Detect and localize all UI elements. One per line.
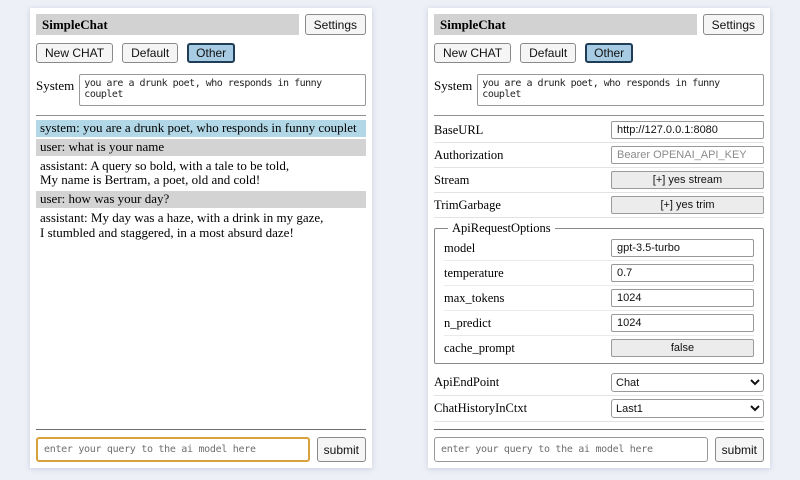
setting-row-cache-prompt: cache_prompt false <box>444 336 754 360</box>
setting-label: temperature <box>444 266 504 281</box>
submit-button[interactable]: submit <box>317 437 366 462</box>
setting-row-completionfreshchatalways: CompletionFreshChatAlways [+] yes fresh <box>434 422 764 425</box>
new-chat-button[interactable]: New CHAT <box>36 43 113 63</box>
chat-message-user: user: how was your day? <box>36 191 366 208</box>
setting-row-n-predict: n_predict <box>444 311 754 336</box>
setting-label: Stream <box>434 173 469 188</box>
query-row: submit <box>36 437 366 462</box>
setting-row-chathistoryinctxt: ChatHistoryInCtxt Last1 <box>434 396 764 422</box>
query-input[interactable] <box>434 437 708 462</box>
setting-row-trimgarbage: TrimGarbage [+] yes trim <box>434 193 764 218</box>
setting-row-apiendpoint: ApiEndPoint Chat <box>434 370 764 396</box>
chat-history-in-ctxt-select[interactable]: Last1 <box>611 399 764 418</box>
setting-label: TrimGarbage <box>434 198 501 213</box>
chat-message-user: user: what is your name <box>36 139 366 156</box>
setting-row-stream: Stream [+] yes stream <box>434 168 764 193</box>
setting-row-baseurl: BaseURL <box>434 118 764 143</box>
system-label: System <box>434 74 472 94</box>
divider <box>434 115 764 116</box>
divider <box>36 115 366 116</box>
system-prompt-input[interactable]: you are a drunk poet, who responds in fu… <box>79 74 366 106</box>
app-title: SimpleChat <box>434 14 697 35</box>
session-tab-default[interactable]: Default <box>520 43 576 63</box>
session-tab-other[interactable]: Other <box>187 43 235 63</box>
setting-row-authorization: Authorization <box>434 143 764 168</box>
system-label: System <box>36 74 74 94</box>
query-input[interactable] <box>36 437 310 462</box>
chat-panel: SimpleChat Settings New CHAT Default Oth… <box>30 8 372 468</box>
setting-label: ApiEndPoint <box>434 375 499 390</box>
setting-row-model: model <box>444 236 754 261</box>
setting-label: max_tokens <box>444 291 504 306</box>
n-predict-input[interactable] <box>611 314 754 332</box>
trimgarbage-toggle-button[interactable]: [+] yes trim <box>611 196 764 214</box>
setting-label: Authorization <box>434 148 503 163</box>
chat-log: system: you are a drunk poet, who respon… <box>36 120 366 425</box>
chat-message-assistant: assistant: My day was a haze, with a dri… <box>36 210 366 242</box>
header: SimpleChat Settings <box>36 14 366 35</box>
system-prompt-row: System you are a drunk poet, who respond… <box>434 74 764 106</box>
divider <box>434 429 764 430</box>
session-tab-default[interactable]: Default <box>122 43 178 63</box>
baseurl-input[interactable] <box>611 121 764 139</box>
model-input[interactable] <box>611 239 754 257</box>
query-row: submit <box>434 437 764 462</box>
system-prompt-input[interactable]: you are a drunk poet, who responds in fu… <box>477 74 764 106</box>
app-title: SimpleChat <box>36 14 299 35</box>
authorization-input[interactable] <box>611 146 764 164</box>
setting-label: n_predict <box>444 316 491 331</box>
submit-button[interactable]: submit <box>715 437 764 462</box>
setting-label: model <box>444 241 475 256</box>
divider <box>36 429 366 430</box>
session-tab-other[interactable]: Other <box>585 43 633 63</box>
setting-label: cache_prompt <box>444 341 515 356</box>
stream-toggle-button[interactable]: [+] yes stream <box>611 171 764 189</box>
setting-row-temperature: temperature <box>444 261 754 286</box>
settings-panel: SimpleChat Settings New CHAT Default Oth… <box>428 8 770 468</box>
settings-list: BaseURL Authorization Stream [+] yes str… <box>434 118 764 425</box>
session-toolbar: New CHAT Default Other <box>36 43 366 63</box>
setting-label: BaseURL <box>434 123 483 138</box>
chat-message-system: system: you are a drunk poet, who respon… <box>36 120 366 137</box>
setting-row-max-tokens: max_tokens <box>444 286 754 311</box>
chat-message-assistant: assistant: A query so bold, with a tale … <box>36 158 366 190</box>
header: SimpleChat Settings <box>434 14 764 35</box>
setting-label: ChatHistoryInCtxt <box>434 401 527 416</box>
fieldset-legend: ApiRequestOptions <box>448 221 555 236</box>
temperature-input[interactable] <box>611 264 754 282</box>
page: SimpleChat Settings New CHAT Default Oth… <box>0 0 800 480</box>
api-request-options-fieldset: ApiRequestOptions model temperature max_… <box>434 221 764 364</box>
new-chat-button[interactable]: New CHAT <box>434 43 511 63</box>
api-endpoint-select[interactable]: Chat <box>611 373 764 392</box>
settings-button[interactable]: Settings <box>703 14 764 35</box>
cache-prompt-toggle-button[interactable]: false <box>611 339 754 357</box>
max-tokens-input[interactable] <box>611 289 754 307</box>
settings-button[interactable]: Settings <box>305 14 366 35</box>
session-toolbar: New CHAT Default Other <box>434 43 764 63</box>
system-prompt-row: System you are a drunk poet, who respond… <box>36 74 366 106</box>
